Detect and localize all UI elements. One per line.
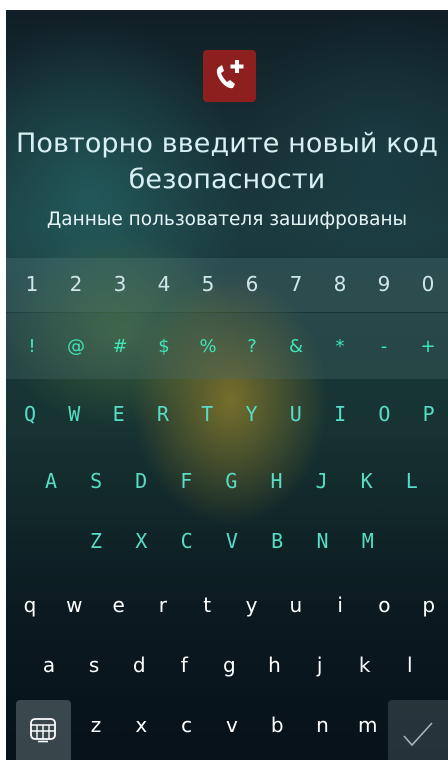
key-upper3-6[interactable]: M bbox=[362, 531, 374, 551]
title-line-2: безопасности bbox=[128, 164, 326, 195]
keyboard-mode-button[interactable] bbox=[16, 700, 71, 760]
key-symbols-1[interactable]: @ bbox=[67, 338, 85, 356]
key-lower2-0[interactable]: a bbox=[43, 655, 55, 675]
key-upper3-1[interactable]: X bbox=[135, 531, 147, 551]
lowercase-row-2: asdfghjkl bbox=[6, 640, 448, 690]
key-lower3-4[interactable]: b bbox=[271, 715, 284, 735]
key-upper2-2[interactable]: D bbox=[135, 471, 147, 491]
key-digits-8[interactable]: 9 bbox=[378, 274, 391, 294]
key-upper3-5[interactable]: N bbox=[316, 531, 328, 551]
key-lower3-3[interactable]: v bbox=[226, 715, 238, 735]
subtitle: Данные пользователя зашифрованы bbox=[46, 209, 408, 230]
key-lower3-0[interactable]: z bbox=[91, 715, 102, 735]
key-lower2-3[interactable]: f bbox=[181, 655, 188, 675]
key-digits-2[interactable]: 3 bbox=[114, 274, 127, 294]
key-symbols-4[interactable]: % bbox=[199, 338, 216, 356]
key-lower1-8[interactable]: o bbox=[378, 595, 390, 615]
uppercase-row-1: QWERTYUIOP bbox=[6, 389, 448, 439]
key-upper2-7[interactable]: K bbox=[361, 471, 373, 491]
key-symbols-5[interactable]: ? bbox=[247, 338, 257, 356]
key-upper2-0[interactable]: A bbox=[45, 471, 57, 491]
key-upper3-0[interactable]: Z bbox=[90, 531, 102, 551]
key-upper1-6[interactable]: U bbox=[290, 404, 302, 424]
keyboard-grid-icon bbox=[30, 718, 56, 743]
key-upper3-4[interactable]: B bbox=[271, 531, 283, 551]
key-upper1-3[interactable]: R bbox=[157, 404, 169, 424]
key-lower1-2[interactable]: e bbox=[112, 595, 124, 615]
key-upper1-9[interactable]: P bbox=[423, 404, 435, 424]
key-lower2-7[interactable]: k bbox=[359, 655, 371, 675]
key-lower1-4[interactable]: t bbox=[203, 595, 211, 615]
key-lower2-6[interactable]: j bbox=[317, 655, 323, 675]
key-lower1-1[interactable]: w bbox=[66, 595, 82, 615]
key-lower1-6[interactable]: u bbox=[289, 595, 302, 615]
key-lower1-9[interactable]: p bbox=[422, 595, 435, 615]
key-upper1-1[interactable]: W bbox=[68, 404, 80, 424]
key-symbols-8[interactable]: - bbox=[381, 338, 388, 356]
title-line-1: Повторно введите новый код bbox=[15, 128, 439, 159]
checkmark-icon bbox=[403, 722, 433, 747]
key-lower3-1[interactable]: x bbox=[135, 715, 147, 735]
key-symbols-3[interactable]: $ bbox=[158, 338, 169, 356]
key-upper2-3[interactable]: F bbox=[180, 471, 192, 491]
top-frame-edge bbox=[0, 0, 448, 10]
key-upper1-7[interactable]: I bbox=[334, 404, 346, 424]
key-lower1-7[interactable]: i bbox=[337, 595, 343, 615]
lowercase-row-1: qwertyuiop bbox=[6, 580, 448, 630]
key-lower3-2[interactable]: c bbox=[181, 715, 192, 735]
page-title: Повторно введите новый код безопасности bbox=[6, 126, 448, 198]
key-upper1-8[interactable]: O bbox=[378, 404, 390, 424]
key-symbols-7[interactable]: * bbox=[336, 338, 345, 356]
key-symbols-0[interactable]: ! bbox=[28, 338, 35, 356]
key-lower1-0[interactable]: q bbox=[24, 595, 37, 615]
uppercase-row-2: ASDFGHJKL bbox=[6, 456, 448, 506]
key-lower2-4[interactable]: g bbox=[223, 655, 236, 675]
phone-plus-icon bbox=[203, 50, 256, 102]
key-upper1-4[interactable]: T bbox=[201, 404, 213, 424]
uppercase-row-3: ZXCVBNM bbox=[6, 516, 448, 566]
key-upper2-4[interactable]: G bbox=[225, 471, 237, 491]
key-upper1-2[interactable]: E bbox=[113, 404, 125, 424]
key-digits-0[interactable]: 1 bbox=[26, 274, 39, 294]
key-digits-3[interactable]: 4 bbox=[158, 274, 171, 294]
key-upper2-1[interactable]: S bbox=[90, 471, 102, 491]
key-symbols-9[interactable]: + bbox=[420, 338, 435, 356]
key-symbols-6[interactable]: & bbox=[289, 338, 303, 356]
key-upper1-5[interactable]: Y bbox=[245, 404, 257, 424]
key-upper2-5[interactable]: H bbox=[270, 471, 282, 491]
key-upper2-8[interactable]: L bbox=[406, 471, 418, 491]
key-upper2-6[interactable]: J bbox=[316, 471, 328, 491]
key-digits-9[interactable]: 0 bbox=[422, 274, 435, 294]
digits-row: 1 2 3 4 5 6 7 8 9 0 bbox=[6, 259, 448, 309]
key-digits-4[interactable]: 5 bbox=[202, 274, 215, 294]
symbols-row: ! @ # $%? & * - + bbox=[6, 322, 448, 372]
key-digits-1[interactable]: 2 bbox=[70, 274, 83, 294]
key-lower2-8[interactable]: l bbox=[407, 655, 413, 675]
key-upper3-2[interactable]: C bbox=[181, 531, 193, 551]
key-digits-5[interactable]: 6 bbox=[246, 274, 259, 294]
key-lower2-5[interactable]: h bbox=[268, 655, 281, 675]
key-lower3-5[interactable]: n bbox=[316, 715, 329, 735]
key-upper3-3[interactable]: V bbox=[226, 531, 238, 551]
confirm-button[interactable] bbox=[388, 700, 448, 760]
key-lower1-3[interactable]: r bbox=[159, 595, 167, 615]
key-lower2-2[interactable]: d bbox=[133, 655, 146, 675]
key-upper1-0[interactable]: Q bbox=[24, 404, 36, 424]
key-lower3-6[interactable]: m bbox=[358, 715, 377, 735]
key-digits-6[interactable]: 7 bbox=[290, 274, 303, 294]
key-symbols-2[interactable]: # bbox=[112, 338, 127, 356]
lowercase-row-3: zxcvbnm bbox=[6, 700, 448, 750]
key-digits-7[interactable]: 8 bbox=[334, 274, 347, 294]
key-lower2-1[interactable]: s bbox=[89, 655, 99, 675]
key-lower1-5[interactable]: y bbox=[246, 595, 258, 615]
